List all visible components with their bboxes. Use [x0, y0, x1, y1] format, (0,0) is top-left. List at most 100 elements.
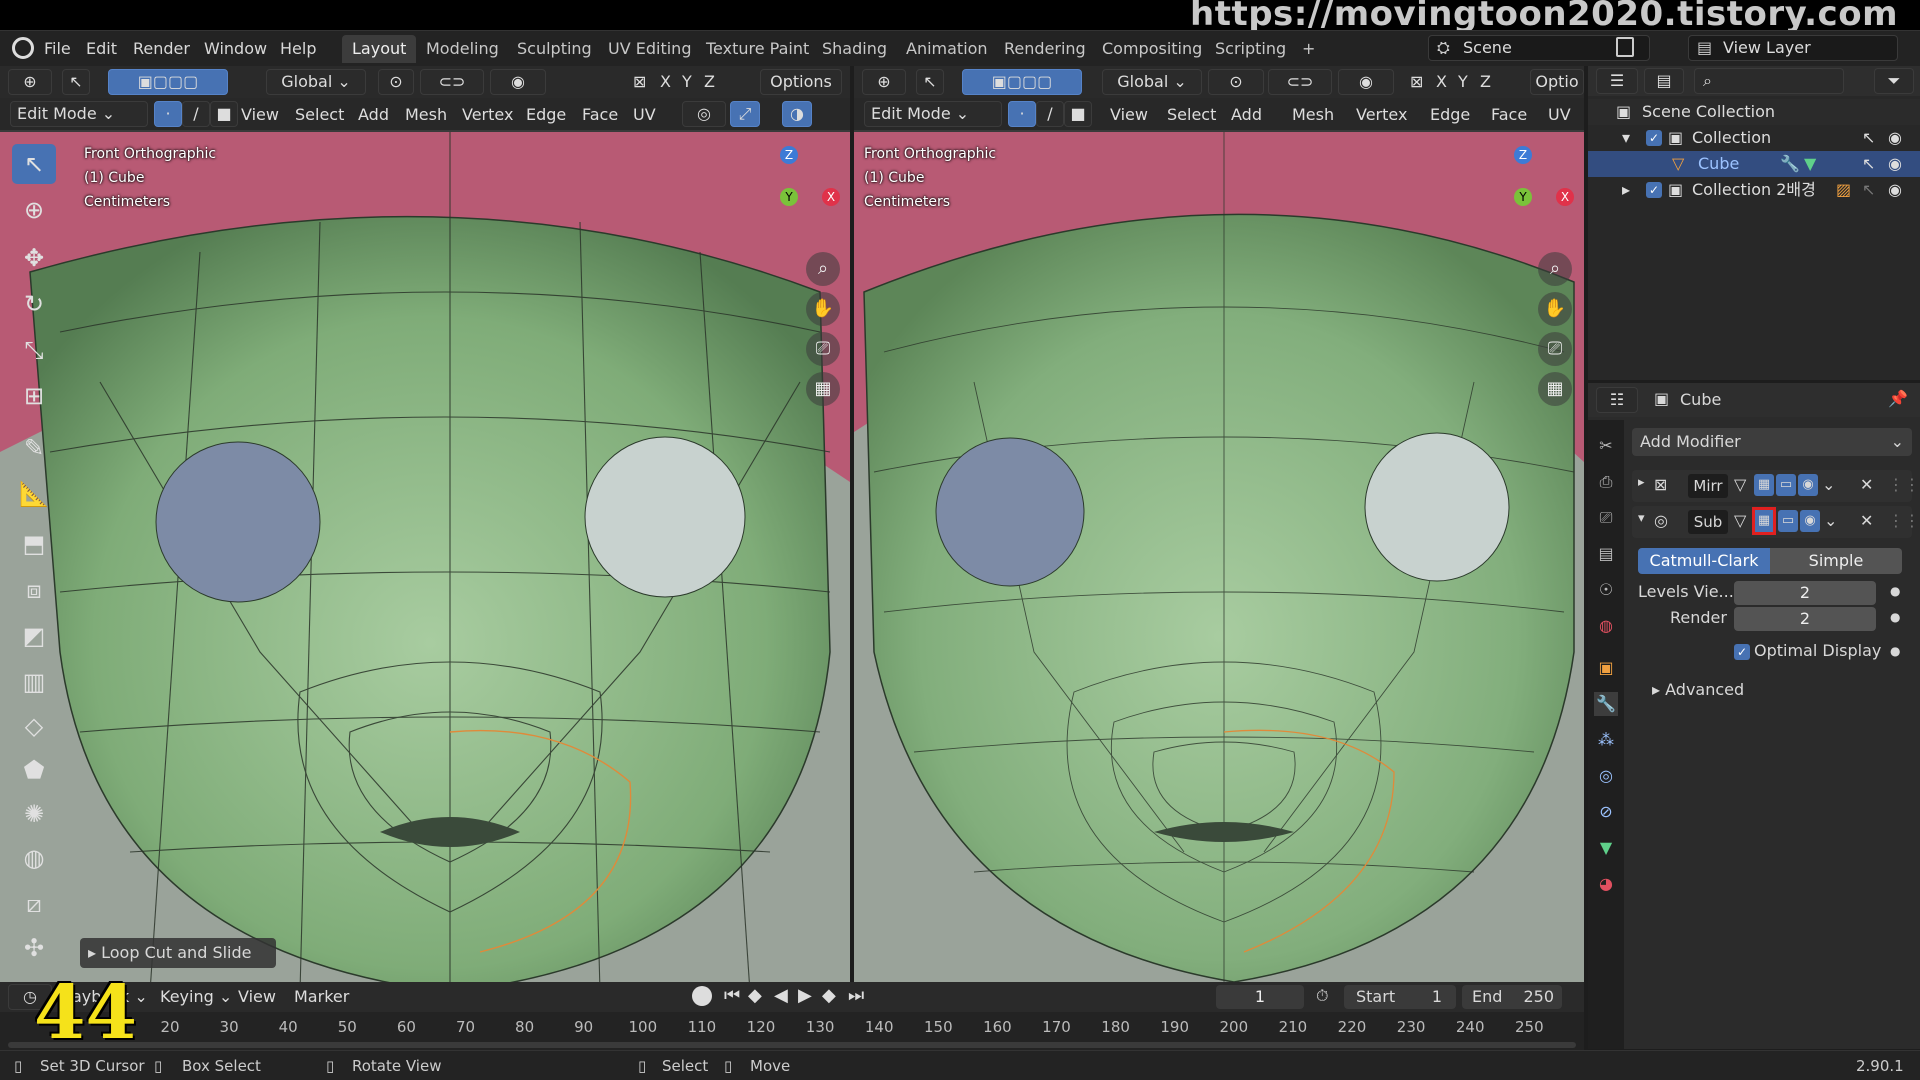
tab-scripting[interactable]: Scripting — [1205, 35, 1296, 63]
axis-x-icon[interactable]: X — [1556, 188, 1574, 206]
axis-y-icon[interactable]: Y — [780, 188, 798, 206]
play-icon[interactable]: ▶ — [798, 985, 812, 1006]
menu-edge[interactable]: Edge — [1430, 105, 1470, 124]
object-tab-icon[interactable]: ▣ — [1594, 656, 1618, 680]
keyframe-dot-icon[interactable]: ● — [1890, 644, 1900, 658]
mode-select[interactable]: Edit Mode ⌄ — [10, 101, 148, 127]
modifier-name-field[interactable]: Mirr — [1688, 474, 1728, 498]
rotate-tool-icon[interactable]: ↻ — [12, 284, 56, 324]
prev-keyframe-icon[interactable]: ◆ — [748, 985, 762, 1006]
output-tab-icon[interactable]: ⎚ — [1594, 506, 1618, 530]
view-layer-tab-icon[interactable]: ▤ — [1594, 542, 1618, 566]
eye-icon[interactable]: ◉ — [1888, 177, 1902, 203]
eye-icon[interactable]: ◉ — [1888, 125, 1902, 151]
blender-logo-icon[interactable] — [12, 37, 34, 59]
render-toggle-icon[interactable]: ◉ — [1798, 474, 1818, 496]
outliner-row-cube[interactable]: ▽ Cube 🔧 ▼ ↖ ◉ — [1588, 151, 1920, 177]
collection-checkbox[interactable]: ✓ — [1646, 182, 1662, 198]
dropdown-icon[interactable]: ⌄ — [1822, 475, 1835, 494]
tab-modeling[interactable]: Modeling — [416, 35, 509, 63]
snap-icon[interactable]: ⊂⊃ — [1268, 69, 1332, 95]
world-tab-icon[interactable]: ◍ — [1594, 614, 1618, 638]
pin-icon[interactable]: 📌 — [1888, 389, 1908, 408]
snap-icon[interactable]: ⊂⊃ — [420, 69, 484, 95]
eye-icon[interactable]: ◉ — [1888, 151, 1902, 177]
tab-texture-paint[interactable]: Texture Paint — [696, 35, 819, 63]
timeline-scrollbar[interactable] — [8, 1042, 1576, 1048]
outliner-row-collection-2[interactable]: ▸ ✓ ▣ Collection 2배경 ▨ ↖ ◉ — [1588, 177, 1920, 203]
selectable-icon[interactable]: ↖ — [1862, 125, 1875, 151]
edit-cage-icon[interactable]: ▽ — [1734, 511, 1746, 530]
tab-animation[interactable]: Animation — [896, 35, 998, 63]
inset-tool-icon[interactable]: ⧈ — [12, 570, 56, 610]
extrude-tool-icon[interactable]: ⬒ — [12, 524, 56, 564]
menu-vertex[interactable]: Vertex — [462, 105, 513, 124]
menu-mesh[interactable]: Mesh — [405, 105, 447, 124]
levels-viewport-field[interactable]: 2 — [1734, 581, 1876, 605]
menu-add[interactable]: Add — [358, 105, 389, 124]
advanced-section[interactable]: ▸ Advanced — [1652, 680, 1744, 699]
display-mode-icon[interactable]: ▤ — [1644, 68, 1684, 94]
axis-x-toggle[interactable]: X — [1436, 72, 1447, 91]
realtime-toggle-icon[interactable]: ▭ — [1776, 474, 1796, 496]
render-toggle-icon[interactable]: ◉ — [1800, 510, 1820, 532]
menu-mesh[interactable]: Mesh — [1292, 105, 1334, 124]
record-icon[interactable] — [692, 986, 712, 1006]
modifier-tab-icon[interactable]: 🔧 — [1594, 692, 1618, 716]
pivot-icon[interactable]: ⊙ — [1208, 69, 1264, 95]
render-tab-icon[interactable]: ⎙ — [1594, 470, 1618, 494]
tab-uv-editing[interactable]: UV Editing — [598, 35, 701, 63]
navigation-gizmo[interactable]: Z Y X — [1472, 146, 1574, 246]
subdiv-type-simple[interactable]: Simple — [1770, 548, 1902, 574]
menu-select[interactable]: Select — [295, 105, 344, 124]
timeline-view-menu[interactable]: View — [238, 987, 276, 1006]
transform-orientation-select[interactable]: Global ⌄ — [1102, 69, 1202, 95]
properties-editor-icon[interactable]: ☷ — [1596, 387, 1638, 413]
collapse-icon[interactable]: ▸ — [1638, 475, 1645, 490]
menu-file[interactable]: File — [44, 39, 71, 58]
menu-face[interactable]: Face — [1491, 105, 1527, 124]
axis-x-icon[interactable]: X — [822, 188, 840, 206]
menu-view[interactable]: View — [1110, 105, 1148, 124]
end-frame-field[interactable]: End 250 — [1462, 985, 1562, 1009]
face-select-icon[interactable]: ■ — [210, 101, 238, 127]
selectable-icon[interactable]: ↖ — [1862, 151, 1875, 177]
selection-mode-icons[interactable]: ▣▢▢▢ — [108, 69, 228, 95]
select-box-tool-icon[interactable]: ↖ — [12, 144, 56, 184]
expand-icon[interactable]: ▸ — [1622, 177, 1630, 203]
axis-y-icon[interactable]: Y — [1514, 188, 1532, 206]
face-select-icon[interactable]: ■ — [1064, 101, 1092, 127]
menu-face[interactable]: Face — [582, 105, 618, 124]
data-tab-icon[interactable]: ▼ — [1594, 836, 1618, 860]
tool-tab-icon[interactable]: ✂ — [1594, 434, 1618, 458]
mesh-data-icon[interactable]: ▼ — [1804, 151, 1816, 177]
selectable-icon[interactable]: ↖ — [1862, 177, 1875, 203]
move-tool-icon[interactable]: ✥ — [12, 238, 56, 278]
axis-z-toggle[interactable]: Z — [1480, 72, 1491, 91]
proportional-edit-icon[interactable]: ◉ — [490, 69, 546, 95]
grid-icon[interactable]: ▦ — [1538, 372, 1572, 406]
keyframe-dot-icon[interactable]: ● — [1890, 584, 1900, 598]
spin-tool-icon[interactable]: ✺ — [12, 794, 56, 834]
outliner-row-collection[interactable]: ▾ ✓ ▣ Collection ↖ ◉ — [1588, 125, 1920, 151]
collapse-icon[interactable]: ▾ — [1638, 511, 1645, 526]
render-levels-field[interactable]: 2 — [1734, 607, 1876, 631]
jump-end-icon[interactable]: ⏭ — [848, 985, 864, 1006]
axis-z-icon[interactable]: Z — [780, 146, 798, 164]
rip-tool-icon[interactable]: ✣ — [12, 928, 56, 968]
play-reverse-icon[interactable]: ◀ — [774, 985, 788, 1006]
modifier-wrench-icon[interactable]: 🔧 — [1780, 151, 1800, 177]
realtime-toggle-icon[interactable]: ▭ — [1778, 510, 1798, 532]
transform-orientation-select[interactable]: Global ⌄ — [266, 69, 366, 95]
axis-y-toggle[interactable]: Y — [682, 72, 692, 91]
constraints-tab-icon[interactable]: ⊘ — [1594, 800, 1618, 824]
poly-build-tool-icon[interactable]: ⬟ — [12, 750, 56, 790]
menu-uv[interactable]: UV — [1548, 105, 1571, 124]
cursor-tool-icon[interactable]: ⊕ — [12, 190, 56, 230]
camera-icon[interactable]: ⎚ — [806, 332, 840, 366]
annotate-tool-icon[interactable]: ✎ — [12, 428, 56, 468]
menu-render[interactable]: Render — [133, 39, 190, 58]
bevel-tool-icon[interactable]: ◩ — [12, 616, 56, 656]
menu-uv[interactable]: UV — [633, 105, 656, 124]
current-frame-field[interactable]: 1 — [1216, 985, 1304, 1009]
